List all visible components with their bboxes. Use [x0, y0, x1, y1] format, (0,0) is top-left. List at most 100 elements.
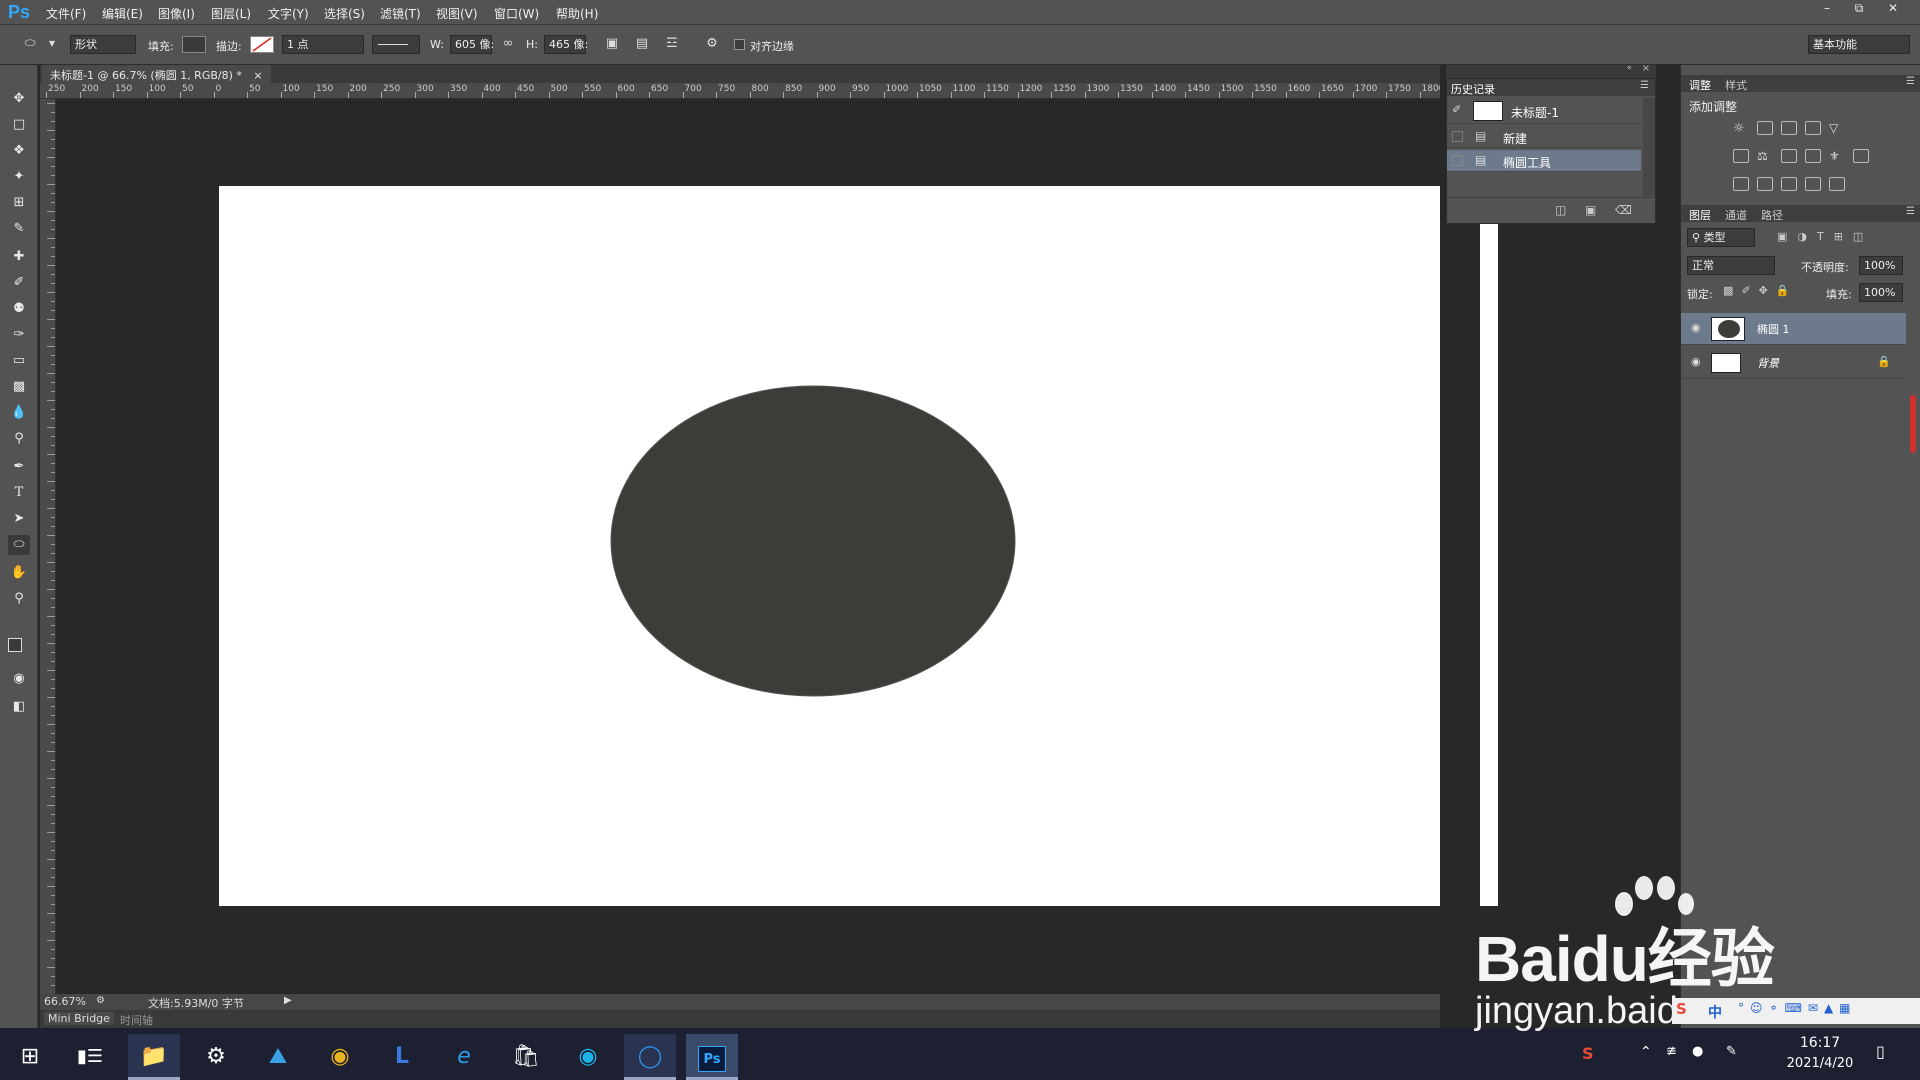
task-view-icon[interactable]: ▮☰	[64, 1034, 116, 1080]
color-balance-icon[interactable]: ⚖	[1757, 149, 1773, 163]
marquee-tool-icon[interactable]: □	[8, 115, 30, 135]
path-operations-icon[interactable]: ▣	[604, 36, 620, 52]
panel-menu-icon[interactable]: ☰	[1906, 76, 1915, 87]
file-explorer-icon[interactable]: 📁	[128, 1034, 180, 1080]
black-white-icon[interactable]	[1781, 149, 1797, 163]
selective-color-icon[interactable]	[1805, 177, 1821, 191]
screen-mode-icon[interactable]: ◧	[8, 697, 30, 717]
tab-history[interactable]: 历史记录	[1451, 81, 1495, 97]
stroke-swatch[interactable]	[250, 36, 274, 53]
close-panel-icon[interactable]: ×	[1642, 63, 1650, 74]
workspace-select[interactable]: 基本功能	[1808, 35, 1910, 54]
chrome-icon[interactable]: ◉	[314, 1034, 366, 1080]
path-arrangement-icon[interactable]: ☲	[664, 36, 680, 52]
layer-filter-icons[interactable]: ▣◑T⊞◫	[1777, 230, 1907, 246]
brush-tool-icon[interactable]: ✐	[8, 273, 30, 293]
internet-explorer-icon[interactable]: e	[438, 1034, 490, 1080]
tab-adjustments[interactable]: 调整	[1689, 77, 1711, 93]
windows-start-icon[interactable]: ⊞	[4, 1034, 56, 1080]
stroke-type-select[interactable]	[372, 35, 420, 54]
layer-row-background[interactable]: ◉ 背景 🔒	[1681, 347, 1906, 379]
magic-wand-tool-icon[interactable]: ✦	[8, 167, 30, 187]
eyedropper-tool-icon[interactable]: ✎	[8, 219, 30, 239]
tab-paths[interactable]: 路径	[1761, 207, 1783, 223]
color-lookup-icon[interactable]	[1853, 149, 1869, 163]
notification-icon[interactable]: ▯	[1876, 1042, 1885, 1061]
tool-mode-select[interactable]: 形状	[70, 35, 136, 54]
tab-styles[interactable]: 样式	[1725, 77, 1747, 93]
pen-tray-icon[interactable]: ✎	[1726, 1044, 1737, 1059]
browser-e-icon[interactable]: ◉	[562, 1034, 614, 1080]
menu-file[interactable]: 文件(F)	[46, 5, 86, 22]
tab-channels[interactable]: 通道	[1725, 207, 1747, 223]
hand-tool-icon[interactable]: ✋	[8, 563, 30, 583]
ime-tool-icons[interactable]: °☺⚬⌨✉▲▦	[1738, 1001, 1857, 1015]
align-edges-checkbox[interactable]	[734, 39, 745, 50]
dodge-tool-icon[interactable]: ⚲	[8, 429, 30, 449]
hue-saturation-icon[interactable]	[1733, 149, 1749, 163]
channel-mixer-icon[interactable]: ⚜	[1829, 149, 1845, 163]
quick-mask-icon[interactable]: ◉	[8, 669, 30, 689]
zoom-tool-icon[interactable]: ⚲	[8, 589, 30, 609]
fill-swatch[interactable]	[182, 36, 206, 53]
lasso-tool-icon[interactable]: ❖	[8, 141, 30, 161]
menu-select[interactable]: 选择(S)	[324, 5, 365, 22]
zoom-level[interactable]: 66.67%	[44, 995, 86, 1008]
panel-menu-icon[interactable]: ☰	[1906, 206, 1915, 217]
menu-edit[interactable]: 编辑(E)	[102, 5, 143, 22]
invert-icon[interactable]	[1733, 177, 1749, 191]
photoshop-taskbar-icon[interactable]: Ps	[686, 1034, 738, 1080]
gear-icon[interactable]: ⚙	[704, 36, 720, 52]
posterize-icon[interactable]	[1757, 177, 1773, 191]
sogou-ime-icon[interactable]: S	[1582, 1044, 1594, 1063]
clock-time[interactable]: 16:17	[1785, 1035, 1855, 1051]
collapse-icon[interactable]: «	[1626, 63, 1632, 73]
history-item-new[interactable]: ▤ 新建	[1447, 126, 1641, 148]
stroke-width-input[interactable]: 1 点	[282, 35, 364, 54]
ellipse-tool-preset-icon[interactable]: ⬭	[22, 36, 38, 52]
lock-icons[interactable]: ▩✐✥🔒	[1723, 284, 1803, 300]
layers-scrollbar[interactable]	[1910, 395, 1916, 453]
history-snapshot[interactable]: ✐ 未标题-1	[1447, 98, 1641, 124]
fill-opacity-input[interactable]: 100%	[1859, 283, 1903, 302]
height-input[interactable]: 465 像:	[544, 35, 588, 54]
blur-tool-icon[interactable]: 💧	[8, 403, 30, 423]
threshold-icon[interactable]	[1781, 177, 1797, 191]
brightness-icon[interactable]: ☼	[1733, 121, 1749, 136]
camera-icon[interactable]: ▣	[1585, 203, 1596, 217]
photo-filter-icon[interactable]	[1805, 149, 1821, 163]
layer-name[interactable]: 背景	[1757, 355, 1779, 371]
healing-brush-tool-icon[interactable]: ✚	[8, 247, 30, 267]
chevron-up-icon[interactable]: ⌃	[1640, 1044, 1652, 1060]
eye-icon[interactable]: ◉	[1691, 355, 1701, 368]
eraser-tool-icon[interactable]: ▭	[8, 351, 30, 371]
menu-image[interactable]: 图像(I)	[158, 5, 195, 22]
layer-row-ellipse[interactable]: ◉ 椭圆 1	[1681, 313, 1906, 345]
ellipse-shape[interactable]	[610, 385, 1016, 697]
link-icon[interactable]: ∞	[500, 36, 516, 52]
blend-mode-select[interactable]: 正常	[1687, 256, 1775, 275]
layer-name[interactable]: 椭圆 1	[1757, 321, 1790, 337]
clone-stamp-tool-icon[interactable]: ⚉	[8, 299, 30, 319]
store-icon[interactable]: 🛍	[500, 1034, 552, 1080]
clock-date[interactable]: 2021/4/20	[1772, 1056, 1868, 1071]
tab-timeline[interactable]: 时间轴	[120, 1012, 153, 1028]
network-icon[interactable]: ≇	[1666, 1044, 1677, 1059]
exposure-icon[interactable]	[1805, 121, 1821, 135]
history-brush-tool-icon[interactable]: ✑	[8, 325, 30, 345]
restore-icon[interactable]: ⧉	[1844, 0, 1874, 18]
menu-help[interactable]: 帮助(H)	[556, 5, 598, 22]
move-tool-icon[interactable]: ✥	[8, 89, 30, 109]
path-alignment-icon[interactable]: ▤	[634, 36, 650, 52]
settings-gear-icon[interactable]: ⚙	[190, 1034, 242, 1080]
eye-icon[interactable]: ◉	[1691, 321, 1701, 334]
layer-filter-select[interactable]: ⚲ 类型	[1687, 228, 1755, 247]
curves-icon[interactable]	[1781, 121, 1797, 135]
chevron-down-icon[interactable]: ▼	[44, 36, 60, 52]
pen-tool-icon[interactable]: ✒	[8, 457, 30, 477]
history-brush-checkbox[interactable]	[1452, 155, 1463, 166]
history-scrollbar[interactable]	[1643, 98, 1655, 196]
history-brush-checkbox[interactable]	[1452, 131, 1463, 142]
type-tool-icon[interactable]: T	[8, 483, 30, 503]
minimize-icon[interactable]: –	[1812, 0, 1842, 18]
